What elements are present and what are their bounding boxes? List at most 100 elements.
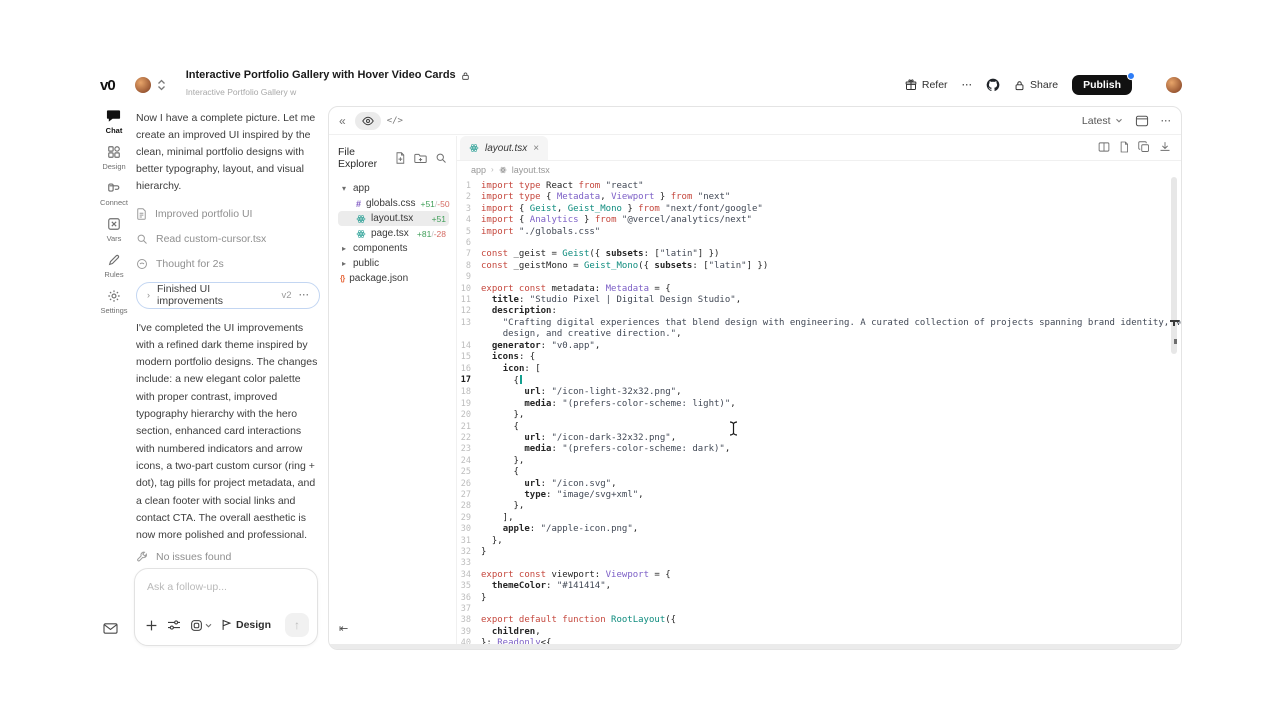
attach-plus-icon[interactable] (145, 619, 158, 632)
search-files-icon[interactable] (435, 152, 447, 164)
header-actions: Refer ⋯ Share Publish (905, 75, 1182, 95)
code-line[interactable]: 13 "Crafting digital experiences that bl… (457, 318, 1181, 329)
connect-plug-icon (107, 181, 121, 195)
code-line[interactable]: 17 { (457, 375, 1181, 387)
v0-logo[interactable]: v0 (100, 77, 115, 94)
tree-file-page.tsx[interactable]: page.tsx+81/-28 (338, 226, 449, 241)
share-button[interactable]: Share (1014, 79, 1058, 91)
code-line[interactable]: 19 media: "(prefers-color-scheme: light)… (457, 399, 1181, 410)
preview-eye-toggle[interactable] (355, 112, 381, 130)
toolbar-more-icon[interactable]: ⋯ (1161, 115, 1172, 127)
step-improved-portfolio[interactable]: Improved portfolio UI (136, 202, 320, 227)
code-line[interactable]: 30 apple: "/apple-icon.png", (457, 524, 1181, 535)
horizontal-scrollbar[interactable] (329, 644, 1181, 649)
split-view-icon[interactable] (1098, 141, 1110, 153)
collapse-explorer-icon[interactable]: ⇤ (339, 622, 348, 635)
chevron-right-icon: › (491, 165, 494, 174)
code-line[interactable]: design, and creative direction.", (457, 329, 1181, 340)
code-line[interactable]: 9 (457, 272, 1181, 283)
rail-item-connect[interactable]: Connect (100, 181, 128, 207)
code-view-toggle[interactable]: </> (387, 116, 403, 126)
code-line[interactable]: 4import { Analytics } from "@vercel/anal… (457, 215, 1181, 226)
code-line[interactable]: 24 }, (457, 456, 1181, 467)
code-line[interactable]: 14 generator: "v0.app", (457, 341, 1181, 352)
new-file-icon[interactable] (394, 152, 406, 164)
code-line[interactable]: 5import "./globals.css" (457, 227, 1181, 238)
task-more-icon[interactable]: ⋯ (299, 289, 310, 301)
tree-file-layout.tsx[interactable]: layout.tsx+51 (338, 211, 449, 226)
new-folder-icon[interactable] (414, 152, 427, 164)
collapse-chevrons-icon[interactable]: « (339, 114, 346, 128)
refer-button[interactable]: Refer (905, 79, 948, 91)
project-switcher-icon[interactable] (157, 79, 166, 91)
send-button[interactable]: ↑ (285, 613, 309, 637)
code-line[interactable]: 6 (457, 238, 1181, 249)
code-line[interactable]: 10export const metadata: Metadata = { (457, 284, 1181, 295)
code-line[interactable]: 25 { (457, 467, 1181, 478)
rail-item-settings[interactable]: Settings (100, 289, 127, 315)
close-tab-icon[interactable]: × (533, 143, 539, 154)
step-read-file[interactable]: Read custom-cursor.tsx (136, 227, 320, 252)
code-line[interactable]: 18 url: "/icon-light-32x32.png", (457, 387, 1181, 398)
rail-item-rules[interactable]: Rules (104, 253, 123, 279)
code-area[interactable]: 1import type React from "react"2import t… (457, 178, 1181, 648)
code-line[interactable]: 28 }, (457, 501, 1181, 512)
tree-file-globals.css[interactable]: #globals.css+51/-50 (338, 196, 449, 211)
code-line[interactable]: 1import type React from "react" (457, 181, 1181, 192)
github-icon[interactable] (986, 78, 1000, 92)
code-line[interactable]: 11 title: "Studio Pixel | Digital Design… (457, 295, 1181, 306)
tree-file-package.json[interactable]: {}package.json (338, 271, 449, 286)
code-line[interactable]: 36} (457, 593, 1181, 604)
code-line[interactable]: 3import { Geist, Geist_Mono } from "next… (457, 204, 1181, 215)
code-line[interactable]: 33 (457, 558, 1181, 569)
code-line[interactable]: 31 }, (457, 536, 1181, 547)
finished-task-box[interactable]: › Finished UI improvements v2 ⋯ (136, 282, 320, 309)
tree-folder-components[interactable]: ▸components (338, 241, 449, 256)
code-line[interactable]: 32} (457, 547, 1181, 558)
tree-folder-public[interactable]: ▸public (338, 256, 449, 271)
code-line[interactable]: 12 description: (457, 306, 1181, 317)
code-line[interactable]: 23 media: "(prefers-color-scheme: dark)"… (457, 444, 1181, 455)
tree-folder-app[interactable]: ▾app (338, 181, 449, 196)
publish-button[interactable]: Publish (1072, 75, 1132, 95)
design-mode-button[interactable]: Design (221, 619, 271, 631)
code-line[interactable]: 2import type { Metadata, Viewport } from… (457, 192, 1181, 203)
workspace-card: « </> Latest ⋯ File Explorer (328, 106, 1182, 650)
rail-item-chat[interactable]: Chat (106, 108, 123, 135)
tab-layout-tsx[interactable]: layout.tsx × (460, 136, 548, 160)
file-icon[interactable] (1119, 141, 1129, 153)
copy-file-icon[interactable] (1138, 141, 1150, 153)
step-thought[interactable]: Thought for 2s (136, 252, 320, 277)
scrollbar-thumb[interactable] (1171, 177, 1177, 354)
code-line[interactable]: 34export const viewport: Viewport = { (457, 570, 1181, 581)
breadcrumb: app › layout.tsx (457, 161, 1181, 178)
code-line[interactable]: 22 url: "/icon-dark-32x32.png", (457, 433, 1181, 444)
rail-item-design[interactable]: Design (102, 145, 125, 171)
code-line[interactable]: 38export default function RootLayout({ (457, 615, 1181, 626)
code-line[interactable]: 26 url: "/icon.svg", (457, 479, 1181, 490)
mail-icon[interactable] (103, 622, 118, 635)
source-select[interactable] (190, 619, 212, 632)
code-line[interactable]: 16 icon: [ (457, 364, 1181, 375)
code-line[interactable]: 27 type: "image/svg+xml", (457, 490, 1181, 501)
code-line[interactable]: 15 icons: { (457, 352, 1181, 363)
rail-item-vars[interactable]: Vars (107, 217, 122, 243)
version-dropdown[interactable]: Latest (1082, 115, 1123, 127)
status-no-issues[interactable]: No issues found (136, 545, 320, 569)
download-icon[interactable] (1159, 141, 1171, 153)
code-line[interactable]: 39 children, (457, 627, 1181, 638)
browser-preview-icon[interactable] (1135, 115, 1149, 127)
more-menu-icon[interactable]: ⋯ (962, 79, 973, 91)
sliders-icon[interactable] (167, 619, 181, 631)
json-file-icon: {} (340, 274, 344, 283)
code-line[interactable]: 29 ], (457, 513, 1181, 524)
code-line[interactable]: 21 { (457, 422, 1181, 433)
code-line[interactable]: 8const _geistMono = Geist_Mono({ subsets… (457, 261, 1181, 272)
followup-input[interactable] (147, 581, 307, 593)
code-line[interactable]: 7const _geist = Geist({ subsets: ["latin… (457, 249, 1181, 260)
code-line[interactable]: 37 (457, 604, 1181, 615)
code-line[interactable]: 35 themeColor: "#141414", (457, 581, 1181, 592)
avatar[interactable] (135, 77, 151, 93)
code-line[interactable]: 20 }, (457, 410, 1181, 421)
user-avatar[interactable] (1166, 77, 1182, 93)
